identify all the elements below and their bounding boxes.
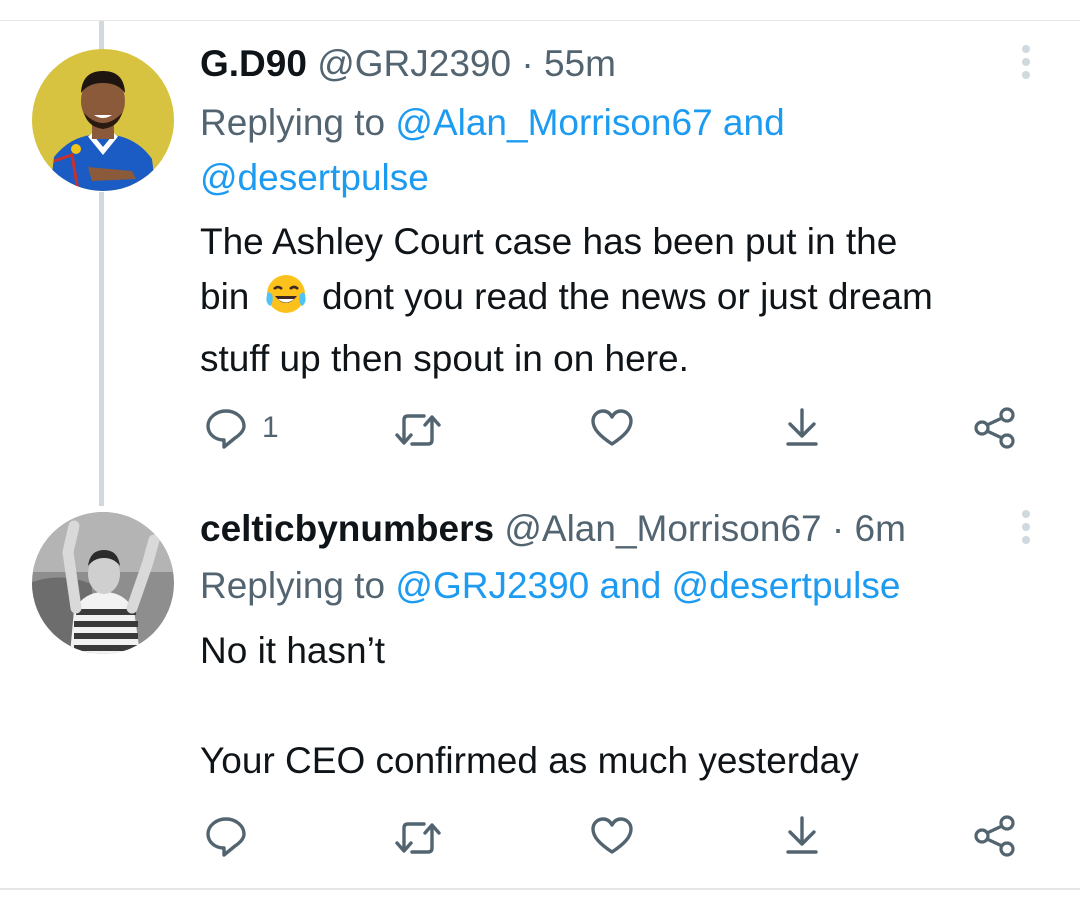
more-icon[interactable] [1016,45,1036,85]
bottom-divider [0,888,1080,890]
tweet-text: No it hasn’t [200,623,1050,678]
download-icon [786,816,818,854]
tweet-text-line: No it hasn’t [200,630,386,671]
tweet-text-segment: dont you read the news or just dream [321,276,933,317]
tweet-text-line: bin dont you read the news or just dream [200,269,1050,331]
download-button[interactable] [782,406,822,450]
retweet-button[interactable] [394,816,442,860]
retweet-icon [395,822,441,854]
reply-count: 1 [262,411,279,444]
avatar[interactable] [32,512,174,654]
download-button[interactable] [782,814,822,858]
separator: · [521,43,534,84]
share-icon [974,815,1015,857]
retweet-icon [395,414,441,446]
face-with-tears-of-joy-icon [264,272,308,331]
share-icon [974,407,1015,449]
like-icon [591,409,633,446]
reply-button[interactable] [204,814,248,858]
thread-connector-line [99,192,104,506]
tweet-text-segment: bin [200,276,250,317]
tweet-text-line: Your CEO confirmed as much yesterday [200,740,859,781]
display-name[interactable]: G.D90 [200,43,307,84]
handle[interactable]: @Alan_Morrison67 [504,508,821,549]
replying-prefix: Replying to [200,565,386,606]
retweet-button[interactable] [394,408,442,452]
top-divider [0,20,1080,21]
replying-prefix: Replying to [200,102,386,143]
replying-to: Replying to @GRJ2390 and @desertpulse [200,564,900,608]
share-button[interactable] [972,814,1018,858]
like-button[interactable] [590,406,634,450]
like-button[interactable] [590,814,634,858]
avatar[interactable] [32,49,174,191]
tweet-header: G.D90 @GRJ2390 · 55m [200,42,616,86]
reply-icon [206,409,246,449]
display-name[interactable]: celticbynumbers [200,508,494,549]
like-icon [591,817,633,854]
reply-button[interactable]: 1 [204,406,279,450]
tweet-text: Your CEO confirmed as much yesterday [200,733,1050,788]
reply-icon [206,817,246,857]
thread-line-top [99,21,104,51]
replying-to-continued: @desertpulse [200,156,429,200]
replying-to-link[interactable]: @Alan_Morrison67 and [395,102,784,143]
tweet-text-line: stuff up then spout in on here. [200,338,689,379]
replying-to-link[interactable]: @GRJ2390 and @desertpulse [395,565,900,606]
share-button[interactable] [972,406,1018,450]
replying-to-link[interactable]: @desertpulse [200,157,429,198]
replying-to: Replying to @Alan_Morrison67 and [200,101,785,145]
tweet-header: celticbynumbers @Alan_Morrison67 · 6m [200,507,906,551]
tweet-text-line: The Ashley Court case has been put in th… [200,221,898,262]
handle[interactable]: @GRJ2390 [317,43,511,84]
timestamp[interactable]: 55m [544,43,616,84]
timestamp[interactable]: 6m [855,508,906,549]
separator: · [831,508,845,549]
download-icon [786,408,818,446]
more-icon[interactable] [1016,510,1036,550]
tweet-text: The Ashley Court case has been put in th… [200,214,1050,386]
